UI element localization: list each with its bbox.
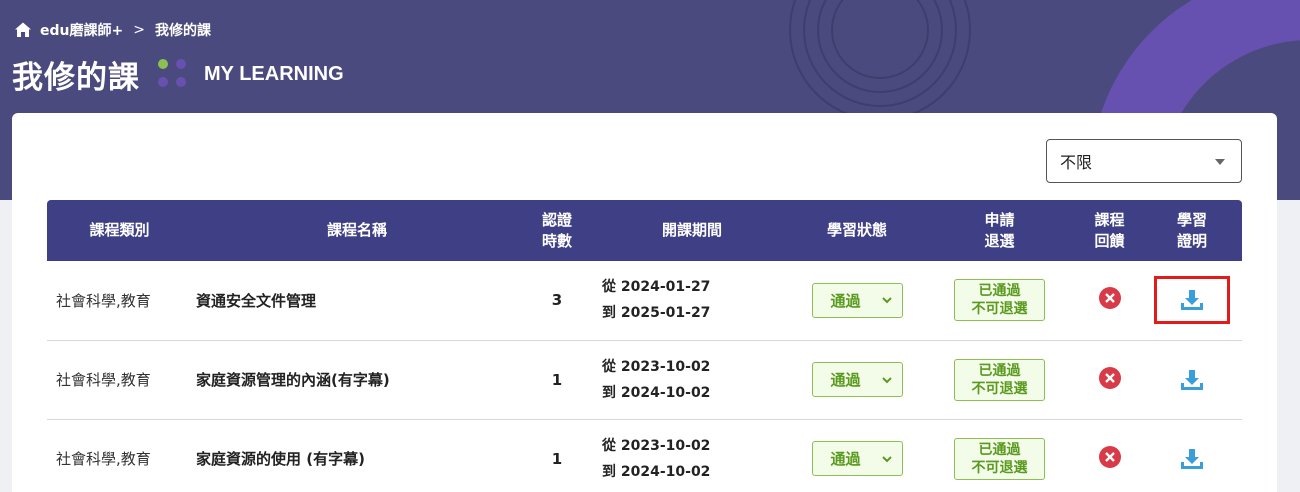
cell-period: 從 2023-10-02 到 2024-10-02: [602, 358, 711, 401]
cell-status: 通過: [792, 419, 922, 492]
col-header-certificate: 學習 證明: [1176, 210, 1207, 250]
chevron-down-icon: [881, 297, 892, 304]
dots-logo-icon: [158, 59, 188, 89]
cell-withdraw: 已通過 不可退選: [922, 261, 1077, 340]
cell-withdraw: 已通過 不可退選: [922, 419, 1077, 492]
col-header-withdraw: 申請 退選: [984, 210, 1015, 250]
download-icon: [1181, 369, 1203, 390]
col-header-period: 開課期間: [661, 221, 722, 239]
col-header-status: 學習狀態: [826, 221, 887, 239]
withdraw-status-badge: 已通過 不可退選: [954, 358, 1045, 401]
cell-feedback: [1077, 261, 1142, 340]
close-circle-icon[interactable]: [1098, 286, 1122, 310]
breadcrumb-home-link[interactable]: edu磨課師+: [40, 20, 123, 40]
page-subtitle: MY LEARNING: [204, 62, 344, 85]
cell-status: 通過: [792, 261, 922, 340]
cell-period: 從 2023-10-02 到 2024-10-02: [602, 437, 711, 480]
breadcrumb-separator: >: [133, 22, 145, 38]
col-header-feedback: 課程 回饋: [1094, 210, 1125, 250]
cell-hours: 1: [551, 449, 563, 468]
col-header-category: 課程類別: [89, 221, 150, 239]
cell-course-name[interactable]: 資通安全文件管理: [192, 261, 522, 340]
cell-category: 社會科學,教育: [56, 450, 151, 468]
table-row: 社會科學,教育 資通安全文件管理 3 從 2024-01-27 到 2025-01…: [47, 261, 1242, 340]
cell-hours: 3: [551, 291, 563, 310]
certificate-download-button[interactable]: [1154, 276, 1230, 325]
cell-category: 社會科學,教育: [56, 371, 151, 389]
status-dropdown[interactable]: 通過: [811, 362, 903, 397]
cell-withdraw: 已通過 不可退選: [922, 340, 1077, 419]
breadcrumb-current: 我修的課: [154, 23, 211, 39]
download-icon: [1181, 290, 1203, 311]
status-dropdown[interactable]: 通過: [811, 441, 903, 476]
cell-status: 通過: [792, 340, 922, 419]
download-icon: [1181, 448, 1203, 469]
close-circle-icon[interactable]: [1098, 445, 1122, 469]
decor-rings: [789, 0, 971, 121]
cell-certificate: [1142, 419, 1242, 492]
chevron-down-icon: [881, 376, 892, 383]
breadcrumb: edu磨課師+ > 我修的課: [14, 20, 211, 40]
certificate-download-button[interactable]: [1154, 435, 1230, 483]
certificate-download-button[interactable]: [1154, 356, 1230, 404]
cell-course-name[interactable]: 家庭資源管理的內涵(有字幕): [192, 340, 522, 419]
filter-select[interactable]: 不限: [1046, 139, 1242, 183]
status-dropdown[interactable]: 通過: [811, 282, 903, 318]
withdraw-status-badge: 已通過 不可退選: [954, 437, 1045, 480]
close-circle-icon[interactable]: [1098, 366, 1122, 390]
cell-feedback: [1077, 340, 1142, 419]
home-icon[interactable]: [14, 21, 32, 39]
col-header-hours: 認證 時數: [541, 210, 572, 250]
caret-down-icon: [1215, 159, 1225, 165]
withdraw-status-badge: 已通過 不可退選: [954, 279, 1045, 322]
cell-category: 社會科學,教育: [56, 291, 151, 310]
table-row: 社會科學,教育 家庭資源的使用 (有字幕) 1 從 2023-10-02 到 20…: [47, 419, 1242, 492]
page-title-row: 我修的課 MY LEARNING: [12, 52, 344, 96]
filter-selected-value: 不限: [1060, 153, 1093, 172]
cell-certificate: [1142, 340, 1242, 419]
col-header-name: 課程名稱: [326, 221, 387, 239]
cell-course-name[interactable]: 家庭資源的使用 (有字幕): [192, 419, 522, 492]
chevron-down-icon: [881, 455, 892, 462]
course-table: 課程類別 課程名稱 認證 時數 開課期間 學習狀態 申請 退選 課程 回饋 學習 證明 …: [47, 200, 1242, 492]
cell-feedback: [1077, 419, 1142, 492]
cell-certificate: [1142, 261, 1242, 340]
table-row: 社會科學,教育 家庭資源管理的內涵(有字幕) 1 從 2023-10-02 到 2…: [47, 340, 1242, 419]
page-title: 我修的課: [12, 59, 140, 96]
table-header-row: 課程類別 課程名稱 認證 時數 開課期間 學習狀態 申請 退選 課程 回饋 學習 證明: [47, 200, 1242, 261]
cell-hours: 1: [551, 370, 563, 389]
cell-period: 從 2024-01-27 到 2025-01-27: [602, 279, 711, 322]
